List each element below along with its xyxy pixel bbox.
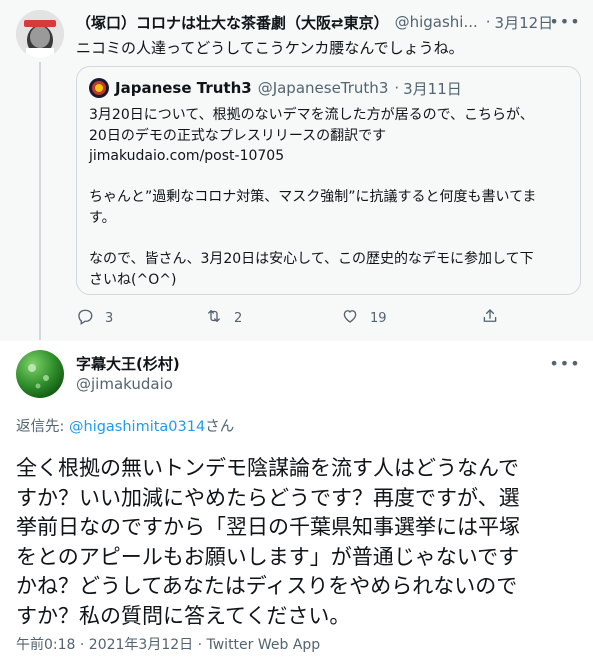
retweet-count: 2: [234, 310, 243, 326]
author-avatar[interactable]: [16, 350, 64, 398]
parent-handle[interactable]: @higashi...: [395, 13, 478, 31]
reply-prefix: 返信先:: [16, 419, 69, 435]
tweet-text-line: すか？私の質問に答えてください。: [16, 603, 351, 628]
quoted-tweet-header: Japanese Truth3 @JapaneseTruth3 · 3月11日: [115, 78, 462, 98]
tweet-text-line: すか？いい加減にやめたらどうです？再度ですが、選: [16, 485, 520, 510]
separator-dot: ·: [394, 79, 400, 97]
separator-dot: ·: [485, 13, 491, 31]
reply-context: 返信先: @higashimita0314さん: [16, 415, 234, 436]
thread-connector-line: [39, 62, 41, 340]
quoted-text-line: さいね(^O^): [89, 271, 177, 288]
quoted-tweet-text: 3月20日について、根拠のないデマを流した方が居るので、こちらが、 20日のデモ…: [89, 105, 573, 290]
parent-tweet[interactable]: （塚口）コロナは壮大な茶番劇（大阪⇄東京） @higashi... · 3月12…: [0, 0, 593, 341]
more-horizontal-icon[interactable]: •••: [549, 352, 579, 374]
quoted-text-line: 20日のデモの正式なプレスリリースの翻訳です: [89, 127, 387, 144]
tweet-timestamp-source[interactable]: 午前0:18 · 2021年3月12日 · Twitter Web App: [16, 634, 320, 654]
quoted-text-line: [89, 167, 573, 188]
author-handle[interactable]: @jimakudaio: [76, 375, 173, 393]
quoted-handle: @JapaneseTruth3: [257, 79, 389, 97]
quoted-date: 3月11日: [403, 79, 462, 98]
tweet-text-line: 全く根拠の無いトンデモ陰謀論を流す人はどうなんで: [16, 456, 519, 480]
quoted-text-line: [89, 229, 573, 250]
quoted-text-line: ちゃんと”過剰なコロナ対策、マスク強制”に抗議すると何度も書いてま: [89, 189, 537, 206]
quoted-avatar: [89, 78, 109, 98]
reply-count: 3: [105, 310, 114, 326]
reply-mention-link[interactable]: @higashimita0314: [69, 419, 205, 435]
retweet-button[interactable]: 2: [205, 306, 242, 330]
tweet-action-bar: 3 2 19: [76, 306, 499, 330]
tweet-text-line: かね？どうしてあなたはディスりをやめられないので: [16, 574, 518, 599]
main-tweet-text: 全く根拠の無いトンデモ陰謀論を流す人はどうなんで すか？いい加減にやめたらどうで…: [16, 454, 586, 632]
share-icon: [481, 307, 499, 329]
tweet-text-line: 挙前日なのですから「翌日の千葉県知事選挙には平塚: [16, 515, 520, 540]
share-button[interactable]: [481, 306, 499, 330]
parent-tweet-text: ニコミの人達ってどうしてこうケンカ腰なんでしょうね。: [76, 39, 464, 57]
reply-suffix: さん: [205, 419, 235, 435]
more-horizontal-icon[interactable]: •••: [549, 10, 579, 32]
parent-date[interactable]: 3月12日: [495, 12, 554, 33]
quoted-text-line: jimakudaio.com/post-10705: [89, 148, 285, 165]
author-display-name[interactable]: 字幕大王(杉村): [76, 353, 180, 374]
like-count: 19: [370, 310, 387, 326]
tweet-text-line: をとのアピールもお願いします」が普通じゃないです: [16, 544, 520, 569]
quoted-text-line: す。: [89, 209, 116, 226]
quoted-display-name: Japanese Truth3: [115, 79, 252, 97]
retweet-icon: [205, 307, 223, 329]
heart-icon: [341, 307, 359, 329]
reply-icon: [76, 307, 94, 329]
quoted-text-line: なので、皆さん、3月20日は安心して、この歴史的なデモに参加して下: [89, 251, 534, 268]
quoted-tweet[interactable]: Japanese Truth3 @JapaneseTruth3 · 3月11日 …: [76, 66, 581, 295]
quoted-text-line: 3月20日について、根拠のないデマを流した方が居るので、こちらが、: [89, 107, 534, 123]
parent-display-name[interactable]: （塚口）コロナは壮大な茶番劇（大阪⇄東京）: [76, 12, 389, 33]
parent-tweet-header: （塚口）コロナは壮大な茶番劇（大阪⇄東京） @higashi... · 3月12…: [76, 11, 576, 33]
parent-avatar[interactable]: [16, 10, 64, 58]
like-button[interactable]: 19: [341, 306, 387, 330]
reply-button[interactable]: 3: [76, 306, 113, 330]
